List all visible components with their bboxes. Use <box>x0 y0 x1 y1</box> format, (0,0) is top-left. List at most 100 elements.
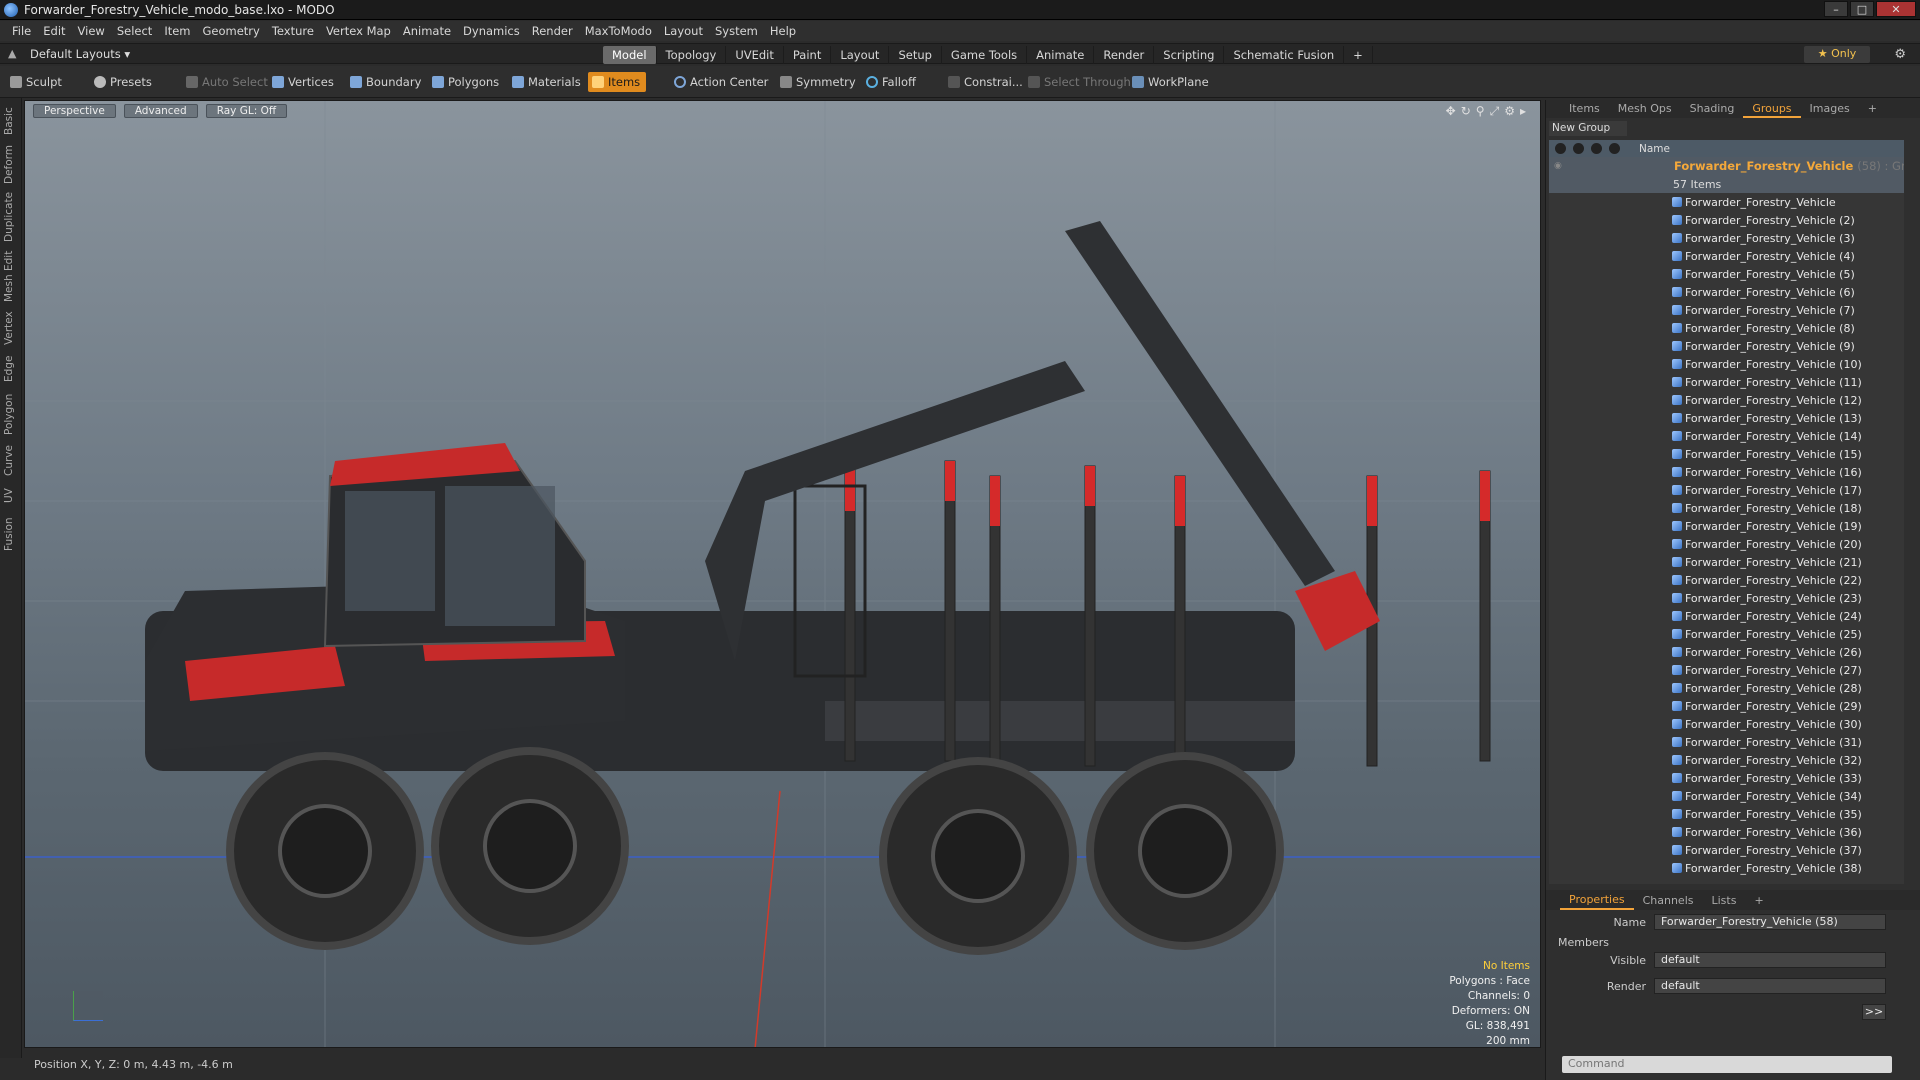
rotate-view-icon[interactable]: ↻ <box>1461 104 1471 119</box>
tab-lists[interactable]: Lists <box>1703 892 1746 909</box>
vtab-deform[interactable]: Deform <box>3 144 19 184</box>
new-group-button[interactable]: New Group <box>1549 121 1627 136</box>
group-member-row[interactable]: Forwarder_Forestry_Vehicle (3) <box>1549 229 1904 247</box>
name-column-header[interactable]: Name <box>1639 143 1670 155</box>
vtab-mesh-edit[interactable]: Mesh Edit <box>3 250 19 302</box>
only-button[interactable]: ★ Only <box>1804 46 1870 63</box>
tab-items[interactable]: Items <box>1560 100 1609 118</box>
tab-schematic-fusion[interactable]: Schematic Fusion <box>1224 46 1345 64</box>
viewport-expand-icon[interactable]: ▸ <box>1520 104 1526 119</box>
menu-view[interactable]: View <box>72 24 111 38</box>
menu-animate[interactable]: Animate <box>397 24 457 38</box>
workplane-button[interactable]: WorkPlane <box>1128 72 1215 92</box>
group-member-row[interactable]: Forwarder_Forestry_Vehicle (31) <box>1549 733 1904 751</box>
add-panel-tab-button[interactable]: + <box>1859 100 1886 118</box>
menu-dynamics[interactable]: Dynamics <box>457 24 526 38</box>
vtab-fusion[interactable]: Fusion <box>3 514 19 554</box>
group-member-row[interactable]: Forwarder_Forestry_Vehicle (13) <box>1549 409 1904 427</box>
falloff-button[interactable]: Falloff <box>862 72 922 92</box>
menu-render[interactable]: Render <box>526 24 579 38</box>
menu-file[interactable]: File <box>6 24 37 38</box>
menu-vertex-map[interactable]: Vertex Map <box>320 24 397 38</box>
menu-texture[interactable]: Texture <box>266 24 320 38</box>
group-member-row[interactable]: Forwarder_Forestry_Vehicle (35) <box>1549 805 1904 823</box>
advanced-button[interactable]: Advanced <box>123 104 198 118</box>
tab-uvedit[interactable]: UVEdit <box>726 46 784 64</box>
menu-layout[interactable]: Layout <box>658 24 709 38</box>
group-row[interactable]: ◉ Forwarder_Forestry_Vehicle (58) : Grou… <box>1549 157 1904 175</box>
tab-scripting[interactable]: Scripting <box>1154 46 1225 64</box>
menu-system[interactable]: System <box>709 24 764 38</box>
menu-help[interactable]: Help <box>764 24 802 38</box>
3d-viewport[interactable]: Perspective Advanced Ray GL: Off ✥ ↻ ⚲ ⤢… <box>24 100 1541 1048</box>
group-member-row[interactable]: Forwarder_Forestry_Vehicle (29) <box>1549 697 1904 715</box>
vtab-edge[interactable]: Edge <box>3 354 19 384</box>
viewport-settings-icon[interactable]: ⚙ <box>1504 104 1515 119</box>
group-member-row[interactable]: Forwarder_Forestry_Vehicle (21) <box>1549 553 1904 571</box>
select-through-button[interactable]: Select Through <box>1024 72 1137 92</box>
maximize-button[interactable]: □ <box>1850 1 1874 17</box>
gear-icon[interactable]: ⚙ <box>1894 47 1906 62</box>
group-member-row[interactable]: Forwarder_Forestry_Vehicle (19) <box>1549 517 1904 535</box>
group-member-row[interactable]: Forwarder_Forestry_Vehicle (22) <box>1549 571 1904 589</box>
perspective-button[interactable]: Perspective <box>33 104 116 118</box>
group-member-row[interactable]: Forwarder_Forestry_Vehicle (15) <box>1549 445 1904 463</box>
vertices-button[interactable]: Vertices <box>268 72 340 92</box>
group-member-row[interactable]: Forwarder_Forestry_Vehicle <box>1549 193 1904 211</box>
layouts-dropdown[interactable]: Default Layouts ▾ <box>30 47 130 61</box>
menu-item[interactable]: Item <box>158 24 196 38</box>
tab-properties[interactable]: Properties <box>1560 891 1634 910</box>
menu-maxtomodo[interactable]: MaxToModo <box>579 24 658 38</box>
group-member-row[interactable]: Forwarder_Forestry_Vehicle (10) <box>1549 355 1904 373</box>
lock-col-icon[interactable] <box>1591 143 1602 154</box>
render-select[interactable]: default <box>1654 978 1886 994</box>
group-member-row[interactable]: Forwarder_Forestry_Vehicle (18) <box>1549 499 1904 517</box>
raygl-button[interactable]: Ray GL: Off <box>205 104 288 118</box>
members-section[interactable]: Members <box>1558 936 1609 949</box>
move-view-icon[interactable]: ✥ <box>1446 104 1456 119</box>
command-input[interactable]: Command <box>1562 1056 1892 1073</box>
group-member-row[interactable]: Forwarder_Forestry_Vehicle (8) <box>1549 319 1904 337</box>
auto-select-button[interactable]: Auto Select <box>182 72 274 92</box>
tab-render[interactable]: Render <box>1094 46 1155 64</box>
menu-geometry[interactable]: Geometry <box>197 24 266 38</box>
group-member-row[interactable]: Forwarder_Forestry_Vehicle (14) <box>1549 427 1904 445</box>
tab-shading[interactable]: Shading <box>1681 100 1744 118</box>
group-member-row[interactable]: Forwarder_Forestry_Vehicle (27) <box>1549 661 1904 679</box>
materials-button[interactable]: Materials <box>508 72 587 92</box>
group-member-row[interactable]: Forwarder_Forestry_Vehicle (26) <box>1549 643 1904 661</box>
constraints-button[interactable]: Constrai... <box>944 72 1029 92</box>
visible-select[interactable]: default <box>1654 952 1886 968</box>
tab-model[interactable]: Model <box>603 46 657 64</box>
items-button[interactable]: Items <box>588 72 647 92</box>
eye-icon[interactable]: ◉ <box>1554 161 1564 171</box>
tab-game-tools[interactable]: Game Tools <box>942 46 1028 64</box>
group-member-row[interactable]: Forwarder_Forestry_Vehicle (16) <box>1549 463 1904 481</box>
group-member-row[interactable]: Forwarder_Forestry_Vehicle (28) <box>1549 679 1904 697</box>
fit-view-icon[interactable]: ⤢ <box>1490 104 1500 119</box>
tab-mesh-ops[interactable]: Mesh Ops <box>1609 100 1681 118</box>
add-props-tab-button[interactable]: + <box>1745 892 1772 909</box>
group-member-row[interactable]: Forwarder_Forestry_Vehicle (6) <box>1549 283 1904 301</box>
action-center-button[interactable]: Action Center <box>670 72 774 92</box>
tab-paint[interactable]: Paint <box>784 46 832 64</box>
menu-select[interactable]: Select <box>111 24 158 38</box>
group-member-row[interactable]: Forwarder_Forestry_Vehicle (7) <box>1549 301 1904 319</box>
tab-topology[interactable]: Topology <box>657 46 727 64</box>
sculpt-button[interactable]: Sculpt <box>6 72 68 92</box>
group-member-row[interactable]: Forwarder_Forestry_Vehicle (24) <box>1549 607 1904 625</box>
group-member-row[interactable]: Forwarder_Forestry_Vehicle (38) <box>1549 859 1904 877</box>
group-member-row[interactable]: Forwarder_Forestry_Vehicle (37) <box>1549 841 1904 859</box>
layout-up-icon[interactable]: ▲ <box>8 47 16 60</box>
vtab-curve[interactable]: Curve <box>3 444 19 478</box>
vtab-duplicate[interactable]: Duplicate <box>3 192 19 242</box>
group-member-row[interactable]: Forwarder_Forestry_Vehicle (36) <box>1549 823 1904 841</box>
more-button[interactable]: >> <box>1862 1004 1886 1020</box>
symmetry-button[interactable]: Symmetry <box>776 72 862 92</box>
group-member-row[interactable]: Forwarder_Forestry_Vehicle (34) <box>1549 787 1904 805</box>
menu-edit[interactable]: Edit <box>37 24 71 38</box>
group-member-row[interactable]: Forwarder_Forestry_Vehicle (33) <box>1549 769 1904 787</box>
group-member-row[interactable]: Forwarder_Forestry_Vehicle (2) <box>1549 211 1904 229</box>
zoom-view-icon[interactable]: ⚲ <box>1476 104 1485 119</box>
tab-layout[interactable]: Layout <box>831 46 890 64</box>
